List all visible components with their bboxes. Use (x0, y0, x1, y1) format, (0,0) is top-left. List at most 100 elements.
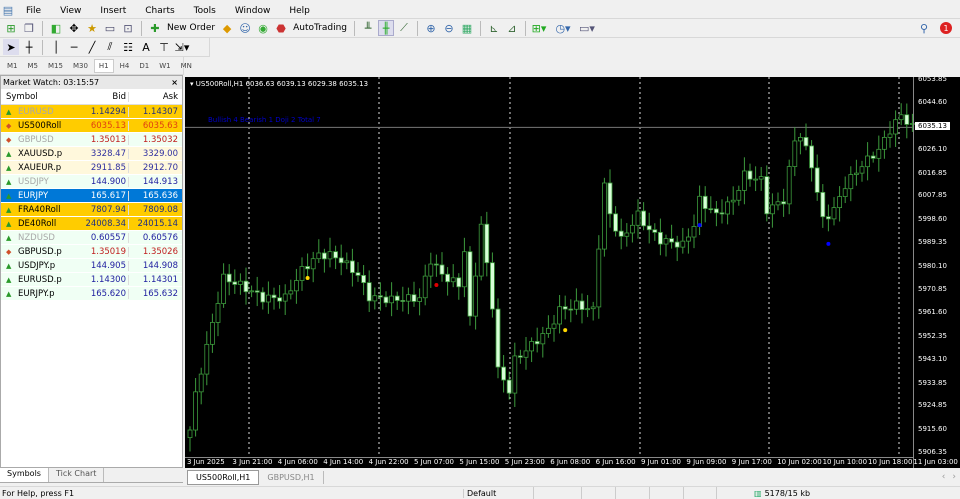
market-watch-row[interactable]: ▲ EURUSD.p 1.14300 1.14301 (1, 273, 182, 287)
candlestick-chart-icon[interactable]: ╫ (378, 20, 394, 36)
market-watch-row[interactable]: ▲ USDJPY.p 144.905 144.908 (1, 259, 182, 273)
candle-bullish (288, 290, 294, 295)
market-watch-row[interactable]: ▲ USDJPY 144.900 144.913 (1, 175, 182, 189)
text-icon[interactable]: A (138, 39, 154, 55)
profiles-icon[interactable]: ❐ (21, 20, 37, 36)
timeframe-h4[interactable]: H4 (116, 60, 134, 72)
symbol-name: EURJPY (18, 190, 49, 201)
column-header-bid[interactable]: Bid (79, 91, 129, 102)
column-header-symbol[interactable]: Symbol (1, 92, 79, 102)
crosshair-icon[interactable]: ┼ (21, 39, 37, 55)
market-watch-row[interactable]: ◆ GBPUSD 1.35013 1.35032 (1, 133, 182, 147)
notification-icon[interactable]: 1 (938, 20, 954, 36)
community-icon[interactable]: ☺ (237, 20, 253, 36)
terminal-icon[interactable]: ▭ (102, 20, 118, 36)
horizontal-line-icon[interactable]: ─ (66, 39, 82, 55)
market-watch-row[interactable]: ▲ EURUSD 1.14294 1.14307 (1, 105, 182, 119)
market-watch-row[interactable]: ▲ XAUEUR.p 2911.85 2912.70 (1, 161, 182, 175)
chart-shift-icon[interactable]: ⊿ (504, 20, 520, 36)
data-window-icon[interactable]: ✥ (66, 20, 82, 36)
arrows-icon[interactable]: ⇲▾ (174, 39, 190, 55)
market-watch-row[interactable]: ▲ EURJPY.p 165.620 165.632 (1, 287, 182, 301)
timeframe-w1[interactable]: W1 (155, 60, 174, 72)
candle-bullish (209, 322, 215, 345)
scroll-tabs-left-icon[interactable]: ‹ (939, 472, 949, 482)
scroll-tabs-right-icon[interactable]: › (948, 472, 960, 482)
menu-insert[interactable]: Insert (90, 6, 135, 16)
column-header-ask[interactable]: Ask (129, 92, 181, 102)
market-watch-row[interactable]: ▲ EURJPY 165.617 165.636 (1, 189, 182, 203)
chart-tab-us500roll[interactable]: US500Roll,H1 (187, 469, 260, 485)
templates-icon[interactable]: ▭▾ (579, 20, 595, 36)
menu-tools[interactable]: Tools (184, 6, 225, 16)
price-chart[interactable]: ▾ US500Roll,H1 6036.63 6039.13 6029.38 6… (185, 77, 960, 468)
candle-bullish (215, 303, 221, 323)
cursor-icon[interactable]: ➤ (3, 39, 19, 55)
arrow-up-icon: ▲ (6, 219, 12, 228)
trendline-icon[interactable]: ╱ (84, 39, 100, 55)
candle-bearish (355, 272, 361, 276)
candle-bullish (742, 170, 747, 191)
navigator-icon[interactable]: ★ (84, 20, 100, 36)
market-watch-row[interactable]: ▲ FRA40Roll 7807.94 7809.08 (1, 203, 182, 217)
candle-bearish (814, 167, 820, 193)
candle-bearish (506, 379, 512, 394)
candle-bearish (232, 281, 238, 285)
candle-bullish (624, 232, 630, 237)
tab-symbols[interactable]: Symbols (0, 468, 49, 482)
autotrading-icon[interactable]: ⬣ (273, 20, 289, 36)
market-watch-row[interactable]: ▲ XAUUSD.p 3328.47 3329.00 (1, 147, 182, 161)
text-label-icon[interactable]: ⊤ (156, 39, 172, 55)
vertical-line-icon[interactable]: │ (48, 39, 64, 55)
menu-charts[interactable]: Charts (135, 6, 183, 16)
new-order-button[interactable]: New Order (165, 23, 217, 33)
symbol-name: FRA40Roll (18, 204, 61, 215)
market-watch-row[interactable]: ◆ GBPUSD.p 1.35019 1.35026 (1, 245, 182, 259)
signals-icon[interactable]: ◉ (255, 20, 271, 36)
timeframe-m5[interactable]: M5 (24, 60, 43, 72)
menu-file[interactable]: File (16, 6, 50, 16)
zoom-in-icon[interactable]: ⊕ (423, 20, 439, 36)
zoom-out-icon[interactable]: ⊖ (441, 20, 457, 36)
price-tick-label: 5989.35 (918, 238, 947, 247)
timeframe-h1[interactable]: H1 (93, 58, 114, 73)
market-watch-row[interactable]: ▲ DE40Roll 24008.34 24015.14 (1, 217, 182, 231)
line-chart-icon[interactable]: ⟋ (396, 20, 412, 36)
arrow-up-icon: ▲ (6, 289, 12, 298)
tile-windows-icon[interactable]: ▦ (459, 20, 475, 36)
bar-chart-icon[interactable]: ╨ (360, 20, 376, 36)
periods-icon[interactable]: ◷▾ (555, 20, 571, 36)
menu-help[interactable]: Help (279, 6, 319, 16)
candle-bullish (854, 172, 859, 175)
tab-tick-chart[interactable]: Tick Chart (49, 468, 105, 482)
timeframe-mn[interactable]: MN (177, 60, 196, 72)
auto-scroll-icon[interactable]: ⊾ (486, 20, 502, 36)
menu-view[interactable]: View (50, 6, 90, 16)
market-watch-row[interactable]: ◆ US500Roll 6035.13 6035.63 (1, 119, 182, 133)
timeframe-m15[interactable]: M15 (44, 60, 67, 72)
market-watch-row[interactable]: ▲ NZDUSD 0.60557 0.60576 (1, 231, 182, 245)
candle-bearish (226, 273, 232, 283)
strategy-tester-icon[interactable]: ⊡ (120, 20, 136, 36)
symbol-name: GBPUSD (18, 134, 54, 145)
search-icon[interactable]: ⚲ (916, 20, 932, 36)
new-chart-icon[interactable]: ⊞ (3, 20, 19, 36)
candle-bullish (753, 178, 758, 181)
timeframe-d1[interactable]: D1 (135, 60, 153, 72)
candle-bullish (792, 140, 798, 167)
equidistant-channel-icon[interactable]: ⫽ (102, 39, 118, 55)
menu-window[interactable]: Window (225, 6, 280, 16)
close-icon[interactable]: × (171, 78, 182, 87)
metaeditor-icon[interactable]: ◆ (219, 20, 235, 36)
candle-bullish (266, 294, 271, 303)
timeframe-m30[interactable]: M30 (69, 60, 92, 72)
new-order-icon[interactable]: ✚ (147, 20, 163, 36)
chart-tab-gbpusd[interactable]: GBPUSD,H1 (259, 470, 324, 484)
timeframe-m1[interactable]: M1 (3, 60, 22, 72)
indicators-icon[interactable]: ⊞▾ (531, 20, 547, 36)
market-watch-icon[interactable]: ◧ (48, 20, 64, 36)
fibonacci-icon[interactable]: ☷ (120, 39, 136, 55)
autotrading-button[interactable]: AutoTrading (291, 23, 349, 33)
candle-bullish (893, 119, 898, 135)
status-traffic: 5178/15 kb (764, 488, 811, 498)
